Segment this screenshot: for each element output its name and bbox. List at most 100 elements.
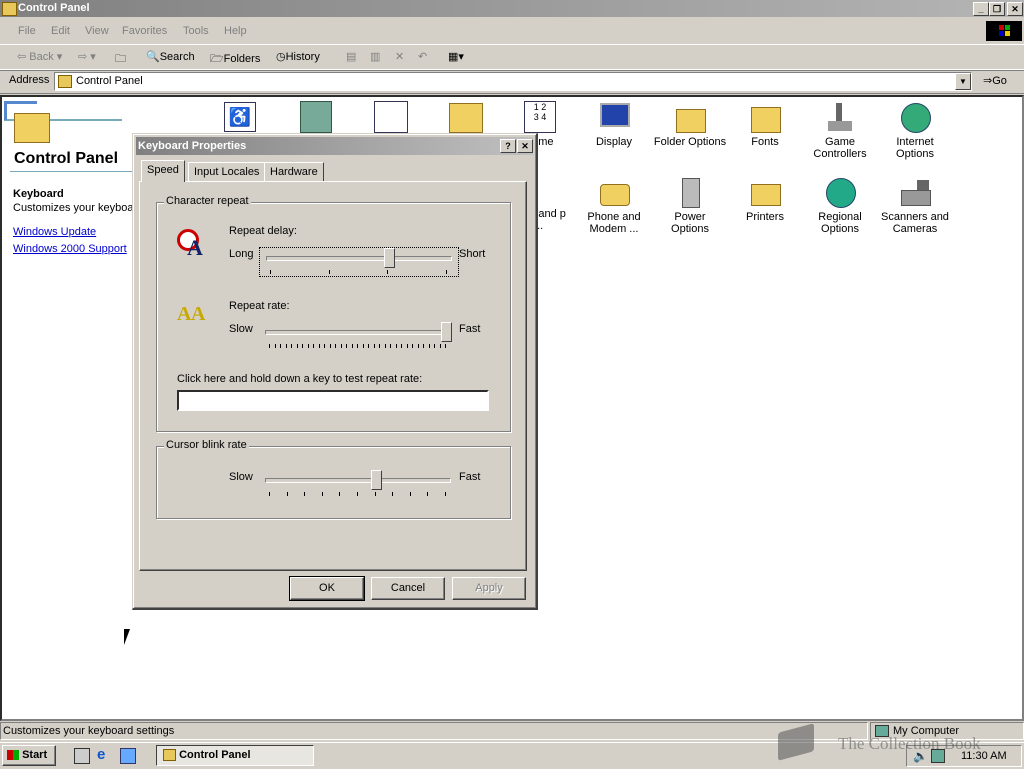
window-title: Control Panel xyxy=(18,2,90,14)
slider-tick xyxy=(446,270,447,274)
menu-view[interactable]: View xyxy=(85,25,109,37)
slider-tick xyxy=(269,492,270,496)
fonts-item[interactable]: Fonts xyxy=(729,101,801,148)
close-button[interactable]: ✕ xyxy=(1007,2,1023,16)
menu-favorites[interactable]: Favorites xyxy=(122,25,167,37)
add-remove-programs-icon[interactable] xyxy=(300,101,332,133)
repeat-delay-slider[interactable] xyxy=(259,247,459,277)
menu-edit[interactable]: Edit xyxy=(51,25,70,37)
slider-tick xyxy=(375,492,376,496)
scanner-icon xyxy=(899,176,931,208)
menu-help[interactable]: Help xyxy=(224,25,247,37)
restore-button[interactable]: ❐ xyxy=(989,2,1005,16)
tab-hardware[interactable]: Hardware xyxy=(264,162,324,182)
views-button[interactable]: ▦▾ xyxy=(448,50,464,63)
scanners-cameras-item[interactable]: Scanners and Cameras xyxy=(879,176,951,235)
dialog-help-button[interactable]: ? xyxy=(500,139,516,153)
display-item[interactable]: Display xyxy=(578,101,650,148)
address-bar: Address Control Panel ▼ ⇒Go xyxy=(0,69,1024,94)
tab-input-locales[interactable]: Input Locales xyxy=(188,162,266,182)
address-input[interactable]: Control Panel ▼ xyxy=(54,72,972,91)
back-button[interactable]: ⇦ Back ▾ xyxy=(17,50,62,63)
globe-icon xyxy=(899,101,931,133)
repeat-delay-short-label: Short xyxy=(459,248,486,260)
slider-tick xyxy=(324,344,325,348)
character-repeat-legend: Character repeat xyxy=(164,195,251,207)
taskbar-control-panel-button[interactable]: Control Panel xyxy=(156,745,314,766)
slider-tick xyxy=(291,344,292,348)
quicklaunch-desktop-icon[interactable] xyxy=(74,748,90,764)
quicklaunch-ie-icon[interactable]: e xyxy=(97,747,105,762)
administrative-tools-icon[interactable] xyxy=(374,101,408,133)
slider-tick xyxy=(412,344,413,348)
status-text: Customizes your keyboard settings xyxy=(0,722,868,740)
printers-item[interactable]: Printers xyxy=(729,176,801,223)
menu-tools[interactable]: Tools xyxy=(183,25,209,37)
phone-icon xyxy=(598,176,630,208)
slider-tick xyxy=(434,344,435,348)
folders-button[interactable]: 🗁Folders xyxy=(210,50,260,69)
tab-speed[interactable]: Speed xyxy=(141,160,185,182)
slider-tick xyxy=(423,344,424,348)
slider-tick xyxy=(275,344,276,348)
history-button[interactable]: ◷History xyxy=(276,50,320,63)
up-folder-icon[interactable]: 🗀 xyxy=(115,50,126,69)
slider-tick xyxy=(379,344,380,348)
minimize-button[interactable]: _ xyxy=(973,2,989,16)
power-options-item[interactable]: Power Options xyxy=(654,176,726,235)
move-to-icon[interactable]: ▤ xyxy=(346,50,356,63)
slider-tick xyxy=(304,492,305,496)
cursor-blink-thumb[interactable] xyxy=(370,470,382,490)
windows-2000-support-link[interactable]: Windows 2000 Support xyxy=(13,243,127,255)
slider-tick xyxy=(410,492,411,496)
ok-button[interactable]: OK xyxy=(289,576,365,601)
undo-icon[interactable]: ↶ xyxy=(418,50,427,63)
regional-options-item[interactable]: Regional Options xyxy=(804,176,876,235)
copy-to-icon[interactable]: ▥ xyxy=(370,50,380,63)
apply-button[interactable]: Apply xyxy=(452,577,526,600)
menu-file[interactable]: File xyxy=(18,25,36,37)
accessibility-icon[interactable]: ♿ xyxy=(224,102,256,132)
repeat-rate-slider[interactable] xyxy=(259,322,457,350)
address-dropdown-button[interactable]: ▼ xyxy=(955,73,971,90)
address-label: Address xyxy=(9,74,50,86)
slider-tick xyxy=(407,344,408,348)
cancel-button[interactable]: Cancel xyxy=(371,577,445,600)
add-remove-hardware-icon[interactable] xyxy=(449,103,483,133)
slider-tick xyxy=(297,344,298,348)
slider-tick xyxy=(445,492,446,496)
game-controllers-item[interactable]: Game Controllers xyxy=(804,101,876,160)
phone-modem-item[interactable]: Phone and Modem ... xyxy=(578,176,650,235)
folder-options-item[interactable]: Folder Options xyxy=(652,101,728,148)
start-button[interactable]: Start xyxy=(2,745,56,766)
repeat-rate-label: Repeat rate: xyxy=(229,300,290,312)
test-repeat-input[interactable] xyxy=(177,390,489,411)
search-button[interactable]: 🔍Search xyxy=(146,50,195,63)
window-titlebar[interactable]: Control Panel _ ❐ ✕ xyxy=(0,0,1024,17)
go-button[interactable]: ⇒Go xyxy=(983,74,1007,87)
selected-item-title: Keyboard xyxy=(13,188,64,200)
forward-button[interactable]: ⇨ ▾ xyxy=(78,50,96,63)
repeat-rate-icon: A A xyxy=(177,303,206,325)
repeat-delay-icon: A xyxy=(177,225,209,260)
slider-tick xyxy=(269,344,270,348)
cursor-blink-legend: Cursor blink rate xyxy=(164,439,249,451)
quicklaunch-outlook-icon[interactable] xyxy=(120,748,136,764)
selected-item-description: Customizes your keyboar xyxy=(13,202,138,214)
slider-tick xyxy=(401,344,402,348)
dialog-titlebar[interactable]: Keyboard Properties ? ✕ xyxy=(136,137,533,155)
joystick-icon xyxy=(824,101,856,133)
windows-logo-icon xyxy=(986,21,1022,41)
slider-tick xyxy=(330,344,331,348)
delete-icon[interactable]: ✕ xyxy=(395,50,404,63)
repeat-delay-thumb[interactable] xyxy=(383,248,395,268)
slider-tick xyxy=(286,344,287,348)
menu-bar: File Edit View Favorites Tools Help xyxy=(0,19,1024,43)
internet-options-item[interactable]: Internet Options xyxy=(879,101,951,160)
dialog-close-button[interactable]: ✕ xyxy=(517,139,533,153)
cursor-blink-slider[interactable] xyxy=(259,470,457,498)
character-repeat-group: Character repeat A Repeat delay: Long Sh… xyxy=(156,195,511,432)
watermark: The Collection Book xyxy=(772,722,1012,764)
windows-update-link[interactable]: Windows Update xyxy=(13,226,96,238)
repeat-rate-thumb[interactable] xyxy=(441,322,452,342)
